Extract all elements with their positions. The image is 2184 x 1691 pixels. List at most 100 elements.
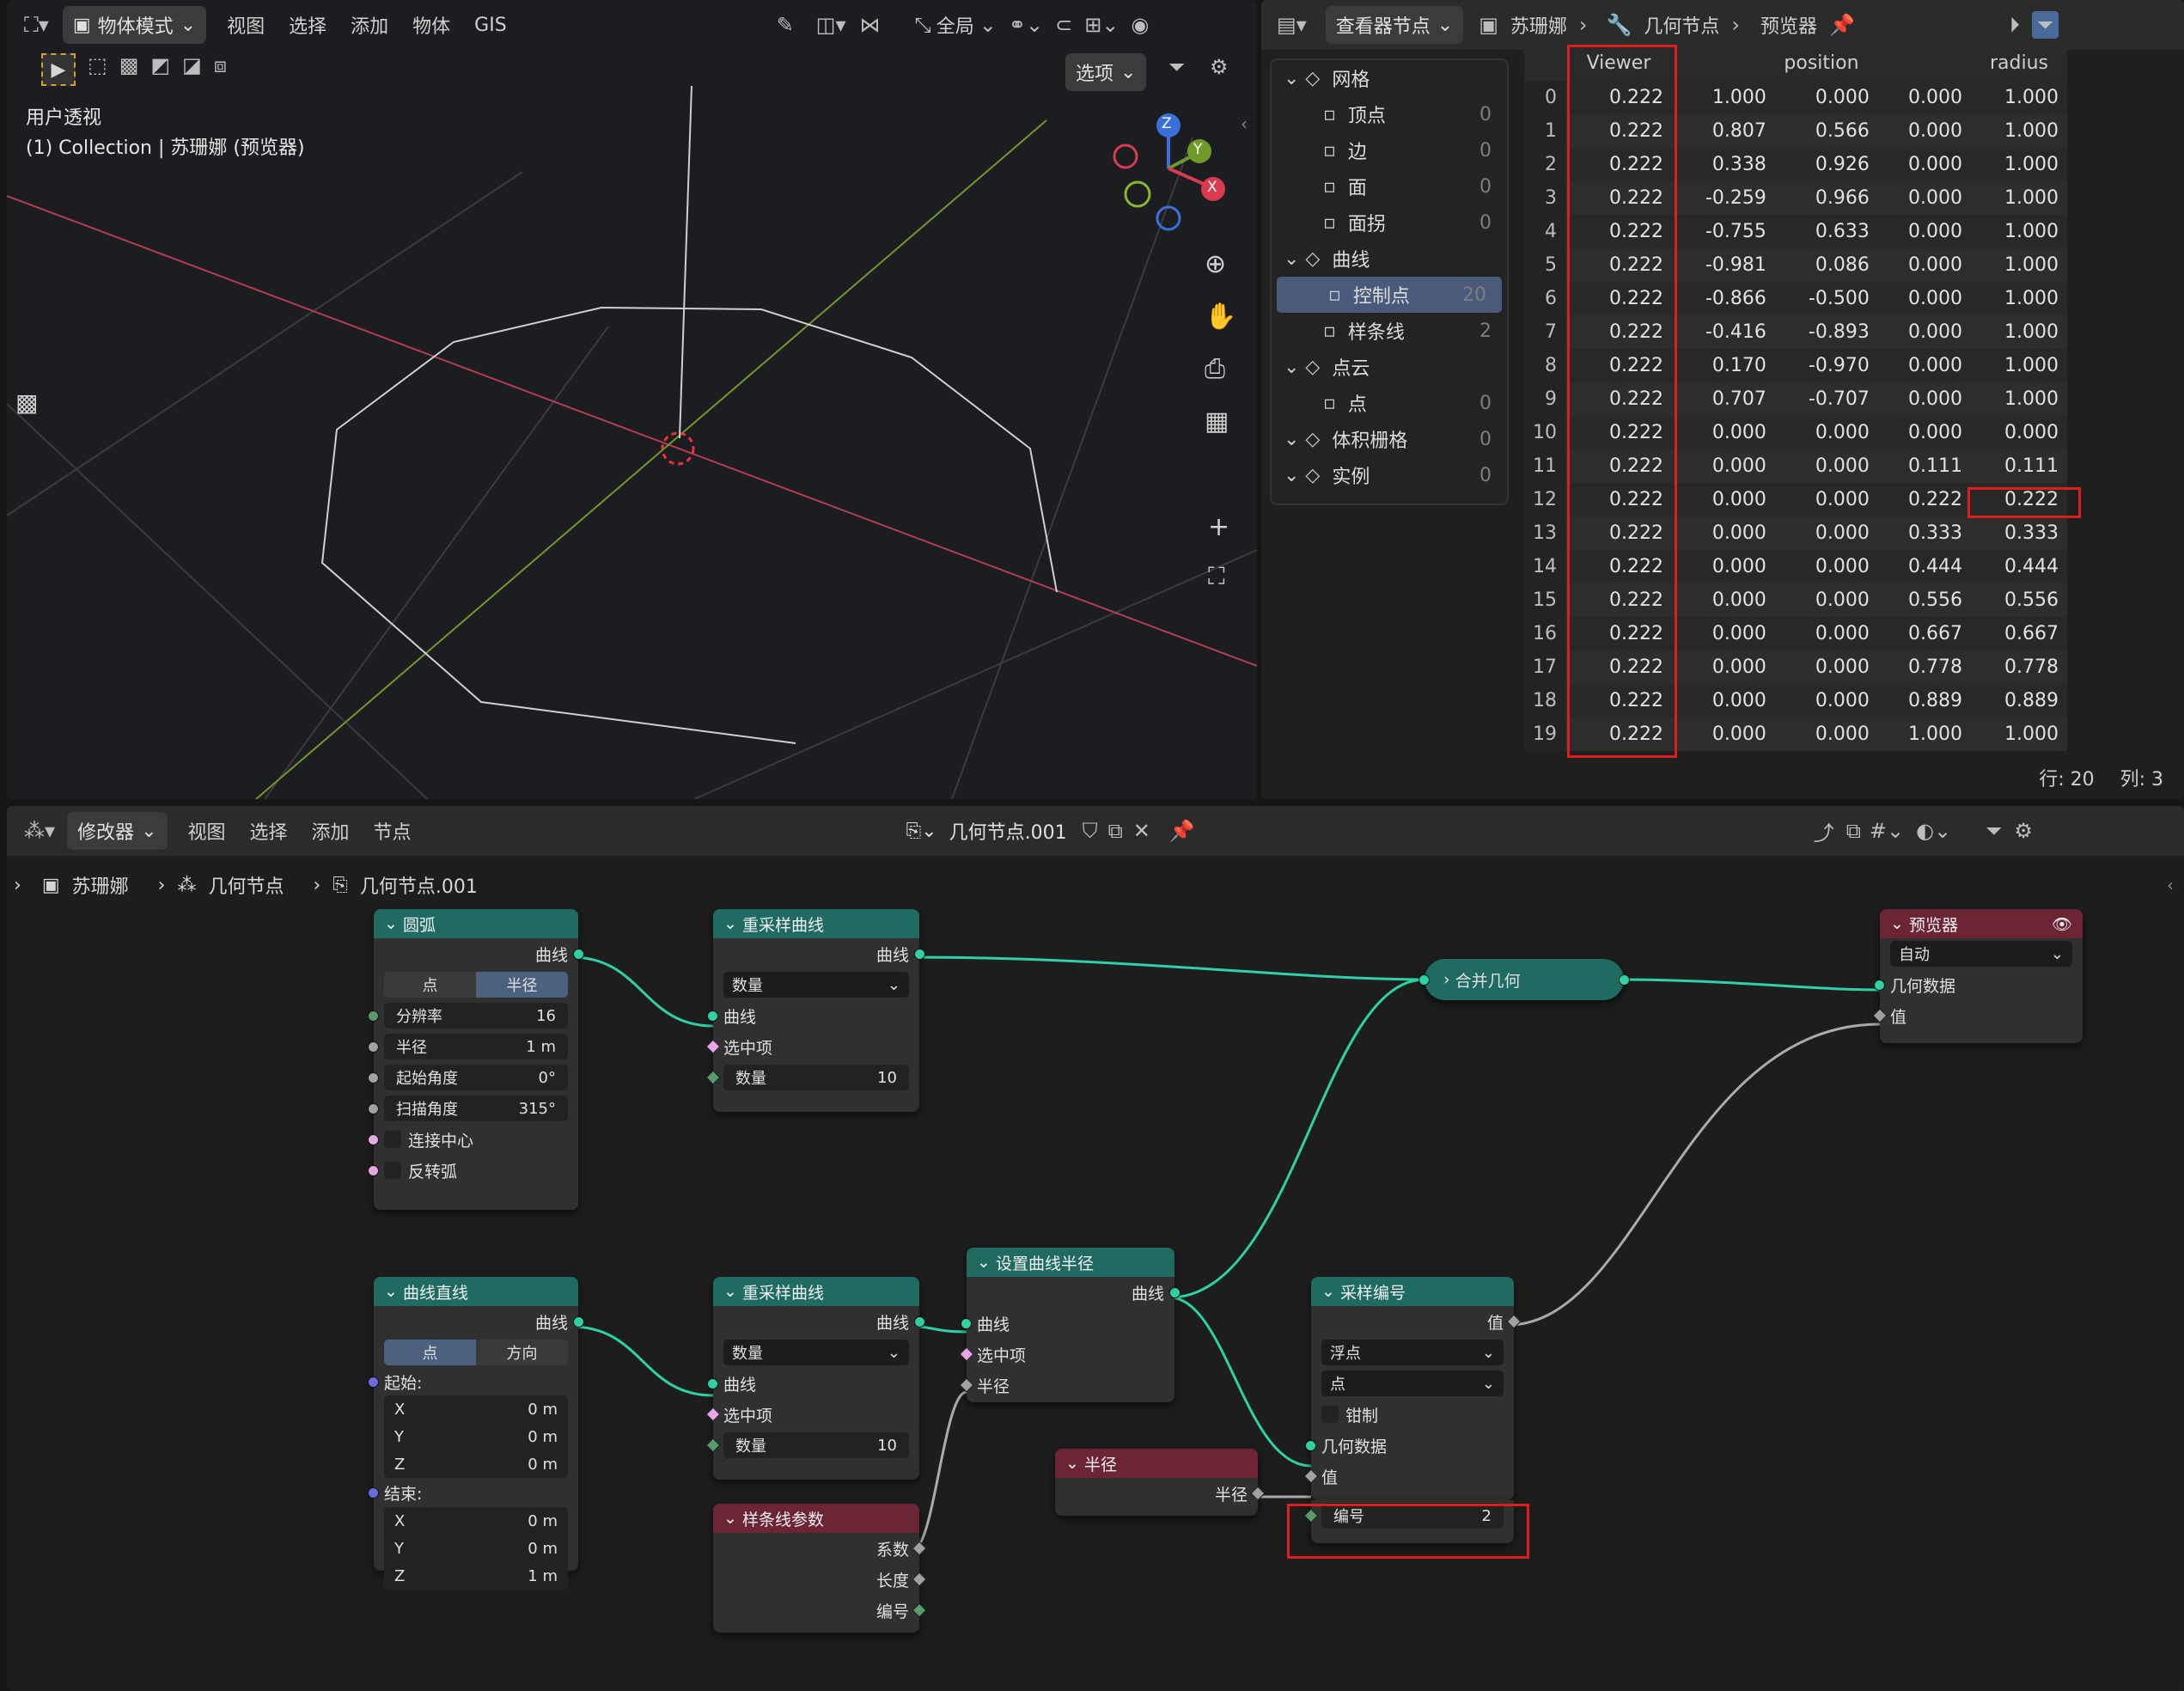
spline-parameter-node[interactable]: ⌄ 样条线参数 系数 长度 编号 xyxy=(713,1504,927,1633)
resample-node-header[interactable]: ⌄ 重采样曲线 xyxy=(713,1277,919,1306)
hand-icon[interactable]: ✋ xyxy=(1205,302,1236,332)
end-vector[interactable]: X 0 m Y 0 m Z 1 m xyxy=(384,1507,568,1590)
domain-dropdown[interactable]: 自动 ⌄ xyxy=(1890,941,2072,967)
viewer-node[interactable]: ⌄ 预览器 👁 自动 ⌄ 几何数据 值 xyxy=(1872,909,2083,1043)
gizmo-x-label[interactable]: X xyxy=(1207,179,1217,196)
editor-mode-dropdown[interactable]: 查看器节点 ⌄ xyxy=(1325,6,1464,44)
sample-index-header[interactable]: ⌄ 采样编号 xyxy=(1311,1277,1514,1306)
outline-item[interactable]: ▫ 面拐 0 xyxy=(1272,205,1507,241)
filter-icon[interactable]: ⏷ xyxy=(2031,11,2059,39)
start-vector[interactable]: X 0 m Y 0 m Z 0 m xyxy=(384,1395,568,1478)
outline-item[interactable]: ▫ 边 0 xyxy=(1272,132,1507,168)
resolution-field[interactable]: 分辨率 16 xyxy=(384,1003,568,1029)
column-header-radius[interactable]: radius xyxy=(1971,45,2067,81)
outline-item[interactable]: ▫ 面 0 xyxy=(1272,168,1507,205)
gizmo-z-label[interactable]: Z xyxy=(1162,115,1172,132)
output-socket[interactable] xyxy=(914,948,925,960)
input-socket[interactable] xyxy=(368,1133,379,1145)
start-y[interactable]: Y 0 m xyxy=(384,1423,568,1450)
input-socket[interactable] xyxy=(368,1486,379,1499)
data-type-dropdown[interactable]: 浮点 ⌄ xyxy=(1321,1340,1504,1365)
input-socket[interactable] xyxy=(368,1102,379,1114)
radius-input-node[interactable]: ⌄ 半径 半径 xyxy=(1055,1449,1266,1516)
grid-icon[interactable]: ▦ xyxy=(1205,406,1236,436)
invert-arc-checkbox[interactable] xyxy=(384,1162,401,1179)
sweep-angle-field[interactable]: 扫描角度 315° xyxy=(384,1096,568,1121)
outline-item[interactable]: ⌄ ◇ 曲线 xyxy=(1272,241,1507,277)
input-socket[interactable] xyxy=(961,1317,972,1329)
radius-input-header[interactable]: ⌄ 半径 xyxy=(1055,1449,1258,1478)
radius-field[interactable]: 半径 1 m xyxy=(384,1034,568,1059)
outline-item[interactable]: ⌄ ◇ 点云 xyxy=(1272,349,1507,385)
input-socket[interactable] xyxy=(707,1377,718,1389)
selected-only-icon[interactable]: ⏵ xyxy=(2010,13,2020,37)
spline-parameter-header[interactable]: ⌄ 样条线参数 xyxy=(713,1504,919,1533)
outline-item[interactable]: ▫ 顶点 0 xyxy=(1272,96,1507,132)
3d-viewport[interactable]: ⛶▾ ▣ 物体模式 ⌄ 视图 选择 添加 物体 GIS ✎ ◫▾ ⋈ ⤡ 全局 ⌄ … xyxy=(7,0,1257,799)
start-angle-field[interactable]: 起始角度 0° xyxy=(384,1065,568,1090)
output-socket[interactable] xyxy=(573,1316,584,1328)
mode-points[interactable]: 点 xyxy=(384,972,476,998)
outline-item[interactable]: ▫ 控制点 20 xyxy=(1277,277,1502,313)
start-z[interactable]: Z 0 m xyxy=(384,1450,568,1478)
viewer-node-header[interactable]: ⌄ 预览器 👁 xyxy=(1880,909,2083,938)
resample-node-header[interactable]: ⌄ 重采样曲线 xyxy=(713,909,919,938)
gizmo-y-label[interactable]: Y xyxy=(1193,141,1202,158)
eye-icon[interactable]: 👁 xyxy=(2052,914,2072,934)
set-curve-radius-node[interactable]: ⌄ 设置曲线半径 曲线 曲线 选中项 半径 xyxy=(959,1248,1180,1402)
mode-points[interactable]: 点 xyxy=(384,1340,476,1365)
output-socket[interactable] xyxy=(573,948,584,960)
outline-item[interactable]: ⌄ ◇ 网格 xyxy=(1272,60,1507,96)
count-field[interactable]: 数量 10 xyxy=(723,1432,909,1458)
output-socket[interactable] xyxy=(1169,1286,1180,1298)
plus-icon[interactable]: + xyxy=(1208,512,1229,542)
curve-line-header[interactable]: ⌄ 曲线直线 xyxy=(374,1277,578,1306)
input-socket[interactable] xyxy=(1874,979,1885,991)
input-socket[interactable] xyxy=(1305,1439,1316,1451)
input-socket[interactable] xyxy=(368,1041,379,1053)
set-radius-header[interactable]: ⌄ 设置曲线半径 xyxy=(967,1248,1174,1277)
outline-item[interactable]: ▫ 样条线 2 xyxy=(1272,313,1507,349)
input-socket[interactable] xyxy=(368,1164,379,1176)
breadcrumb-viewer[interactable]: 预览器 xyxy=(1748,11,1829,39)
domain-dropdown[interactable]: 点 ⌄ xyxy=(1321,1371,1504,1396)
zoom-icon[interactable]: ⊕ xyxy=(1205,249,1236,279)
resample-curve-node-1[interactable]: ⌄ 重采样曲线 曲线 数量 ⌄ 曲线 选中项 数量 10 xyxy=(705,909,925,1112)
outline-item[interactable]: ⌄ ◇ 实例 0 xyxy=(1272,457,1507,493)
frame-icon[interactable]: ⛶ xyxy=(1208,562,1225,591)
outline-item[interactable]: ⌄ ◇ 体积栅格 0 xyxy=(1272,421,1507,457)
breadcrumb-modifier[interactable]: 几何节点 xyxy=(1632,11,1731,39)
column-header-position[interactable]: position xyxy=(1672,45,1971,81)
end-y[interactable]: Y 0 m xyxy=(384,1535,568,1562)
camera-icon[interactable]: ⎙ xyxy=(1205,354,1236,384)
output-socket[interactable] xyxy=(1619,974,1630,986)
count-field[interactable]: 数量 10 xyxy=(723,1065,909,1090)
input-socket[interactable] xyxy=(368,1010,379,1022)
sample-index-node[interactable]: ⌄ 采样编号 值 浮点 ⌄ 点 ⌄ 钳制 几何数据 值 xyxy=(1303,1277,1522,1500)
outline-item[interactable]: ▫ 点 0 xyxy=(1272,385,1507,421)
node-editor[interactable]: ⁂▾ 修改器 ⌄ 视图 选择 添加 节点 ⎘⌄ 几何节点.001 ⛉ ⧉ ✕ 📌 ⤴… xyxy=(7,806,2184,1691)
resample-curve-node-2[interactable]: ⌄ 重采样曲线 曲线 数量 ⌄ 曲线 选中项 数量 10 xyxy=(705,1277,925,1480)
curve-line-node[interactable]: ⌄ 曲线直线 曲线 点方向 起始: X 0 m Y 0 m Z 0 m 结束: X 0 … xyxy=(368,1277,584,1590)
end-z[interactable]: Z 1 m xyxy=(384,1562,568,1590)
end-x[interactable]: X 0 m xyxy=(384,1507,568,1535)
chevron-left-icon[interactable]: ‹ xyxy=(2167,875,2174,895)
output-socket[interactable] xyxy=(914,1316,925,1328)
mode-dropdown[interactable]: 数量 ⌄ xyxy=(723,1340,909,1365)
clamp-checkbox[interactable] xyxy=(1321,1406,1339,1423)
input-socket[interactable] xyxy=(707,1010,718,1022)
input-socket[interactable] xyxy=(1418,974,1430,986)
pin-icon[interactable]: 📌 xyxy=(1829,13,1855,37)
spreadsheet-icon[interactable]: ▤▾ xyxy=(1277,13,1307,37)
input-socket[interactable] xyxy=(368,1376,379,1388)
arc-node[interactable]: ⌄ 圆弧 曲线 点半径 分辨率 16 半径 1 m 起始角度 0° 扫描角度 315° … xyxy=(368,909,584,1210)
join-geometry-node[interactable]: › 合并几何 xyxy=(1418,959,1630,1000)
mode-dropdown[interactable]: 数量 ⌄ xyxy=(723,972,909,998)
connect-center-checkbox[interactable] xyxy=(384,1131,401,1148)
input-socket[interactable] xyxy=(368,1071,379,1084)
breadcrumb-object[interactable]: 苏珊娜 xyxy=(1498,11,1579,39)
mode-radius[interactable]: 半径 xyxy=(476,972,568,998)
mode-direction[interactable]: 方向 xyxy=(476,1340,568,1365)
start-x[interactable]: X 0 m xyxy=(384,1395,568,1423)
checker-icon[interactable]: ▩ xyxy=(15,388,38,417)
